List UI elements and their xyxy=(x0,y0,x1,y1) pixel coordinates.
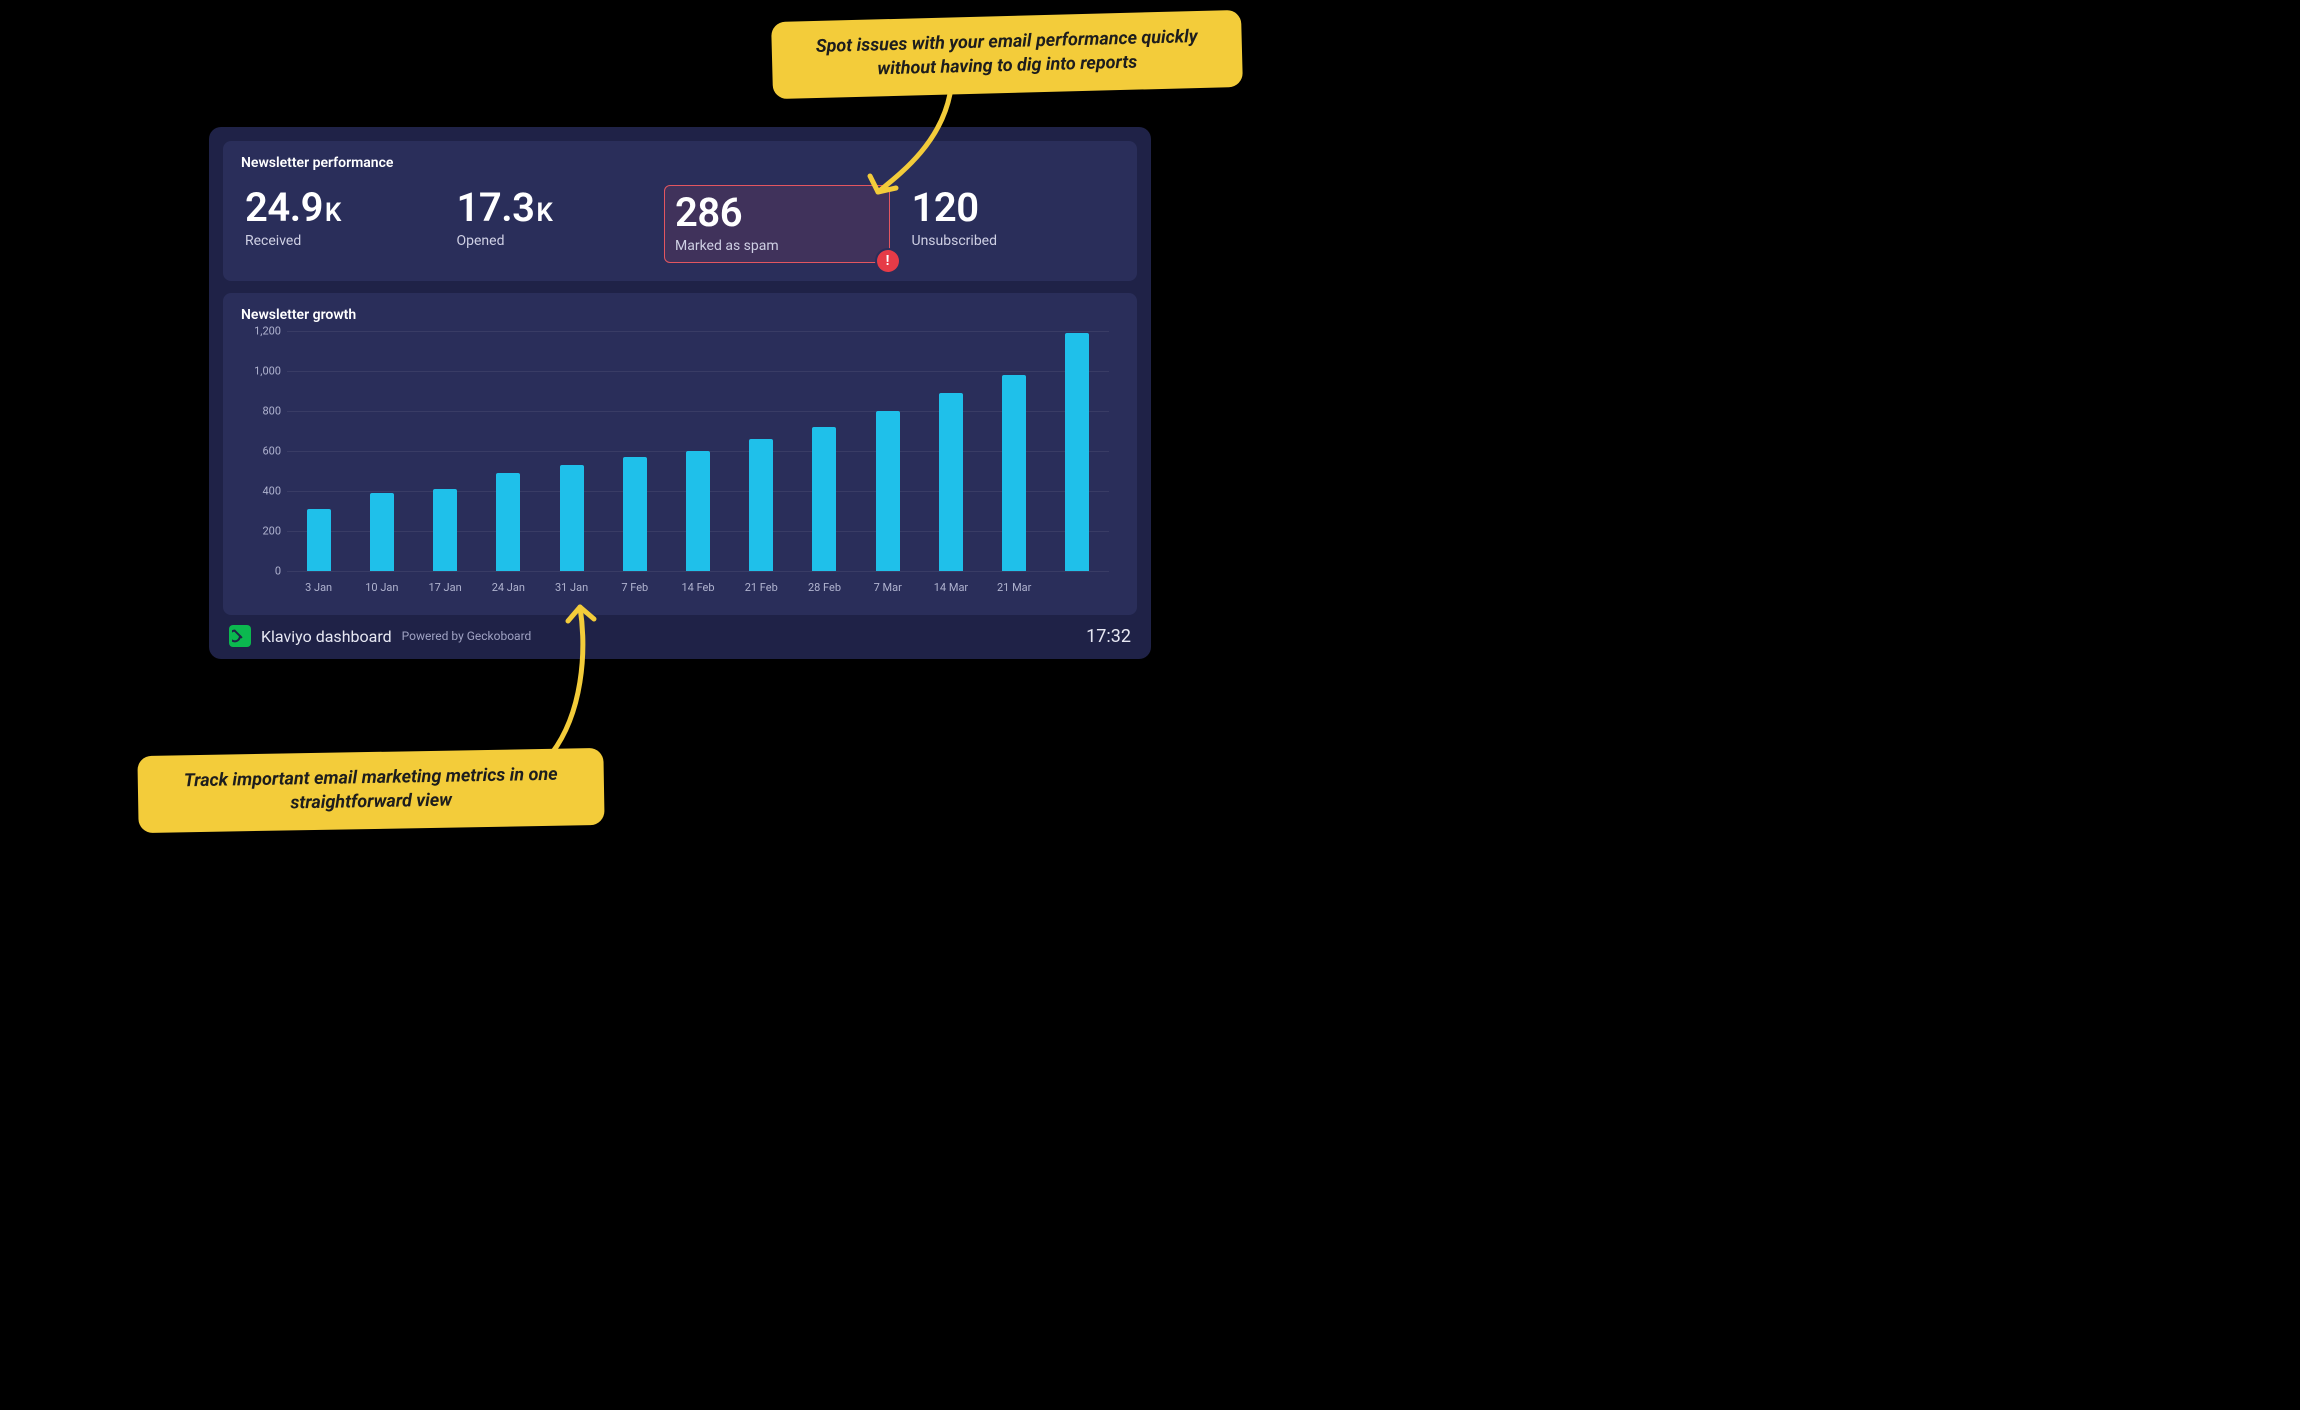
metric-opened-label: Opened xyxy=(457,233,661,249)
bar xyxy=(1002,375,1026,571)
x-tick-label: 7 Mar xyxy=(856,575,919,597)
callout-top: Spot issues with your email performance … xyxy=(771,10,1243,99)
metric-opened: 17.3K Opened xyxy=(453,185,665,263)
y-tick-label: 400 xyxy=(241,484,281,497)
footer-time: 17:32 xyxy=(1086,626,1131,647)
metric-spam-value: 286 xyxy=(675,192,879,234)
chart-plot-area xyxy=(287,331,1109,571)
gridline xyxy=(287,571,1109,572)
metric-unsub-label: Unsubscribed xyxy=(912,233,1116,249)
bar xyxy=(623,457,647,571)
bar xyxy=(812,427,836,571)
footer-powered: Powered by Geckoboard xyxy=(402,629,532,643)
bar xyxy=(496,473,520,571)
metric-unsubscribed: 120 Unsubscribed xyxy=(890,185,1120,263)
bar-slot xyxy=(730,331,793,571)
bar-slot xyxy=(919,331,982,571)
bar-slot xyxy=(287,331,350,571)
klaviyo-logo-icon xyxy=(229,625,251,647)
metric-opened-suffix: K xyxy=(536,198,552,228)
x-tick-label: 21 Feb xyxy=(730,575,793,597)
y-tick-label: 800 xyxy=(241,404,281,417)
bar-slot xyxy=(350,331,413,571)
x-tick-label: 14 Mar xyxy=(919,575,982,597)
bar xyxy=(686,451,710,571)
metric-received-suffix: K xyxy=(325,198,341,228)
bar-slot xyxy=(413,331,476,571)
x-tick-label: 21 Mar xyxy=(983,575,1046,597)
footer-title: Klaviyo dashboard xyxy=(261,627,392,646)
x-tick-label xyxy=(1046,575,1109,597)
bar-slot xyxy=(856,331,919,571)
y-axis: 02004006008001,0001,200 xyxy=(241,331,285,571)
growth-title: Newsletter growth xyxy=(241,307,1119,323)
bar xyxy=(370,493,394,571)
y-tick-label: 1,000 xyxy=(241,364,281,377)
bar xyxy=(749,439,773,571)
growth-panel: Newsletter growth 0 200 400 600 800 1,000 1,20… xyxy=(223,293,1137,615)
x-tick-label: 3 Jan xyxy=(287,575,350,597)
bar xyxy=(560,465,584,571)
bar-slot xyxy=(540,331,603,571)
bar-slot xyxy=(793,331,856,571)
bar-slot xyxy=(603,331,666,571)
bar xyxy=(307,509,331,571)
callout-bottom: Track important email marketing metrics … xyxy=(137,748,604,833)
y-tick-label: 600 xyxy=(241,445,281,458)
x-tick-label: 24 Jan xyxy=(477,575,540,597)
dashboard-footer: Klaviyo dashboard Powered by Geckoboard … xyxy=(223,615,1137,649)
metric-spam-label: Marked as spam xyxy=(675,238,879,254)
x-tick-label: 14 Feb xyxy=(666,575,729,597)
x-axis: 3 Jan10 Jan17 Jan24 Jan31 Jan7 Feb14 Feb… xyxy=(287,575,1109,597)
metric-received-value: 24.9K xyxy=(245,187,449,229)
bar xyxy=(939,393,963,571)
dashboard: Newsletter performance 24.9K Received 17… xyxy=(209,127,1151,659)
metric-received-label: Received xyxy=(245,233,449,249)
growth-chart: 0 200 400 600 800 1,000 1,200 3 Jan10 Jan17 Ja… xyxy=(241,327,1119,597)
bar xyxy=(433,489,457,571)
bar-slot xyxy=(1046,331,1109,571)
metric-received: 24.9K Received xyxy=(241,185,453,263)
bar-slot xyxy=(477,331,540,571)
bar xyxy=(876,411,900,571)
x-tick-label: 17 Jan xyxy=(413,575,476,597)
metric-received-number: 24.9 xyxy=(245,184,323,231)
metric-spam: 286 Marked as spam ! xyxy=(664,185,890,263)
bar xyxy=(1065,333,1089,571)
performance-panel: Newsletter performance 24.9K Received 17… xyxy=(223,141,1137,281)
x-tick-label: 7 Feb xyxy=(603,575,666,597)
y-tick-label: 200 xyxy=(241,525,281,538)
x-tick-label: 31 Jan xyxy=(540,575,603,597)
y-tick-label: 0 xyxy=(241,565,281,578)
x-tick-label: 10 Jan xyxy=(350,575,413,597)
bar-slot xyxy=(983,331,1046,571)
metric-opened-number: 17.3 xyxy=(457,184,535,231)
performance-metrics-row: 24.9K Received 17.3K Opened 286 Marked a… xyxy=(241,185,1119,263)
bars-container xyxy=(287,331,1109,571)
metric-unsub-value: 120 xyxy=(912,187,1116,229)
performance-title: Newsletter performance xyxy=(241,155,1119,171)
y-tick-label: 1,200 xyxy=(241,325,281,338)
bar-slot xyxy=(666,331,729,571)
metric-opened-value: 17.3K xyxy=(457,187,661,229)
x-tick-label: 28 Feb xyxy=(793,575,856,597)
